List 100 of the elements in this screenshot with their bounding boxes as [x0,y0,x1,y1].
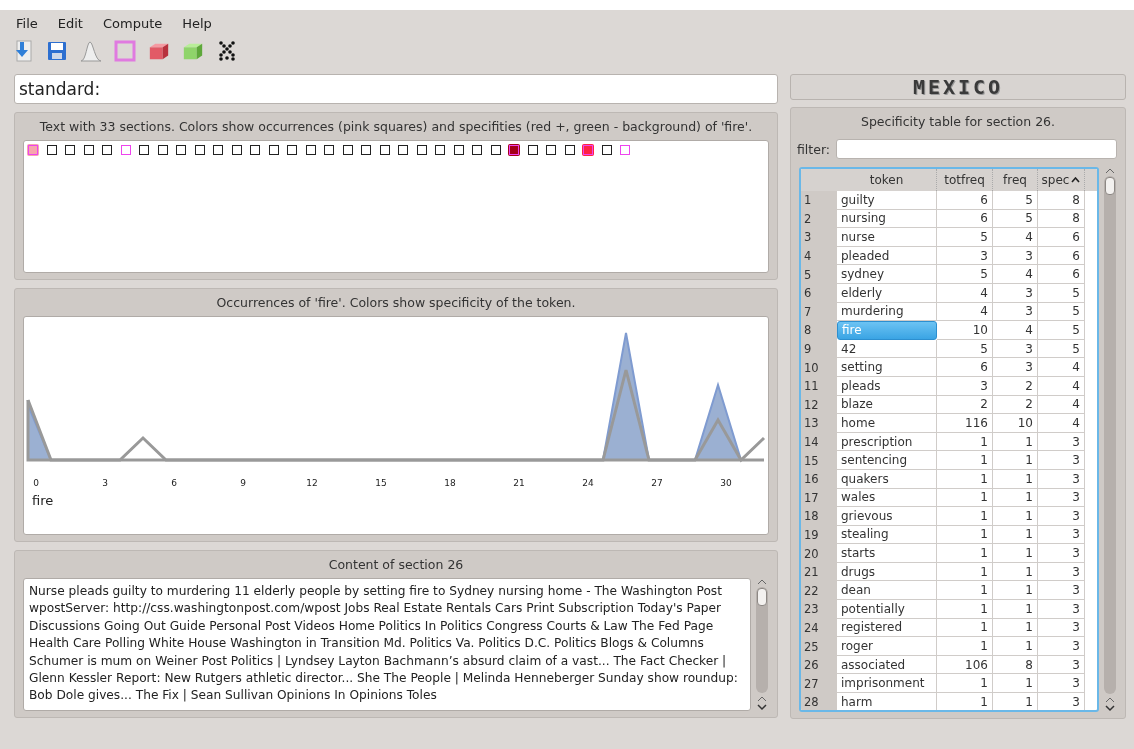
section-marker[interactable] [526,144,539,156]
token-cell[interactable]: drugs [837,562,937,582]
column-header[interactable]: totfreq [937,169,993,191]
token-cell[interactable]: grievous [837,507,937,526]
token-cell[interactable]: wales [837,488,937,508]
menu-item[interactable]: Compute [94,15,171,31]
query-field[interactable]: standard: [14,74,778,104]
column-header[interactable]: token [837,169,937,191]
section-marker[interactable] [545,144,557,156]
token-cell[interactable]: imprisonment [837,674,937,694]
token-cell[interactable]: home [837,414,937,433]
scroll-up-icon[interactable] [1105,167,1115,174]
token-cell[interactable]: quakers [837,469,937,489]
token-cell[interactable]: starts [837,544,937,563]
section-marker[interactable] [489,144,502,156]
section-marker[interactable] [341,144,354,156]
section-marker[interactable] [360,144,372,156]
scroll-down-icon[interactable] [757,704,767,711]
section-marker[interactable] [286,144,298,156]
table-cell: 3 [1038,525,1085,545]
section-marker[interactable] [563,144,576,156]
token-cell[interactable]: nurse [837,228,937,247]
section-marker[interactable] [378,144,391,156]
section-marker[interactable] [452,144,465,156]
scrollbar[interactable] [1104,176,1116,694]
section-marker[interactable] [175,144,187,156]
table-cell: 3 [993,358,1038,377]
menu-item[interactable]: Help [174,15,220,31]
section-marker[interactable] [249,144,261,156]
filter-field[interactable] [836,139,1117,159]
menu-item[interactable]: File [8,15,46,31]
scroll-up-icon[interactable] [757,578,767,585]
row-header[interactable]: 25 [801,637,837,656]
row-header[interactable]: 3 [801,228,837,247]
table-cell: 3 [937,376,993,396]
table-cell: 5 [937,228,993,247]
section-marker[interactable] [82,144,95,156]
section-marker[interactable] [119,144,132,156]
token-cell[interactable]: registered [837,618,937,638]
token-cell[interactable]: prescription [837,432,937,452]
row-header[interactable]: 22 [801,581,837,601]
token-cell[interactable]: potentially [837,600,937,619]
column-header[interactable]: spec [1038,169,1085,191]
token-cell[interactable]: setting [837,358,937,377]
menu-item[interactable]: Edit [49,15,91,31]
tick-label: 18 [444,478,456,488]
section-marker[interactable] [471,144,483,156]
row-header[interactable]: 18 [801,507,837,526]
section-marker[interactable] [397,144,409,156]
row-header[interactable]: 15 [801,451,837,470]
section-marker[interactable] [508,144,520,156]
scroll-up-icon[interactable] [1105,696,1115,703]
token-cell[interactable]: elderly [837,283,937,303]
token-cell[interactable]: sentencing [837,451,937,470]
table-cell: 116 [937,414,993,433]
section-marker[interactable] [415,144,428,156]
token-cell[interactable]: dean [837,581,937,601]
section-marker[interactable] [64,144,76,156]
row-header[interactable]: 27 [801,674,837,694]
token-cell[interactable]: blaze [837,395,937,415]
section-marker[interactable] [600,144,613,156]
row-header[interactable]: 23 [801,600,837,619]
section-marker[interactable] [304,144,317,156]
token-cell[interactable]: pleaded [837,246,937,266]
token-cell[interactable]: pleads [837,376,937,396]
table-cell: 6 [937,191,993,210]
scroll-up-icon[interactable] [757,695,767,702]
token-cell[interactable]: nursing [837,209,937,229]
section-marker[interactable] [27,144,39,156]
section-marker[interactable] [193,144,206,156]
section-marker[interactable] [323,144,335,156]
token-cell[interactable]: harm [837,693,937,710]
token-cell[interactable]: sydney [837,265,937,284]
section-marker[interactable] [267,144,280,156]
token-cell[interactable]: guilty [837,191,937,210]
section-marker[interactable] [138,144,150,156]
column-header[interactable]: freq [993,169,1038,191]
section-marker[interactable] [45,144,58,156]
token-cell[interactable]: stealing [837,525,937,545]
token-cell[interactable]: 42 [837,339,937,359]
row-header[interactable]: 28 [801,693,837,710]
row-header[interactable]: 13 [801,414,837,433]
scroll-down-icon[interactable] [1105,705,1115,712]
scrollbar[interactable] [756,587,768,693]
section-marker[interactable] [230,144,243,156]
row-header[interactable]: 5 [801,265,837,284]
token-cell[interactable]: associated [837,655,937,675]
token-cell[interactable]: roger [837,637,937,656]
section-marker[interactable] [212,144,224,156]
section-marker[interactable] [582,144,594,156]
section-marker[interactable] [156,144,169,156]
row-header[interactable]: 8 [801,321,837,340]
row-header[interactable]: 20 [801,544,837,563]
row-header[interactable]: 1 [801,191,837,210]
row-header[interactable]: 10 [801,358,837,377]
section-marker[interactable] [101,144,113,156]
section-marker[interactable] [619,144,631,156]
table-cell: 2 [937,395,993,415]
section-marker[interactable] [434,144,446,156]
logo-button[interactable]: MEXICO [790,74,1126,100]
